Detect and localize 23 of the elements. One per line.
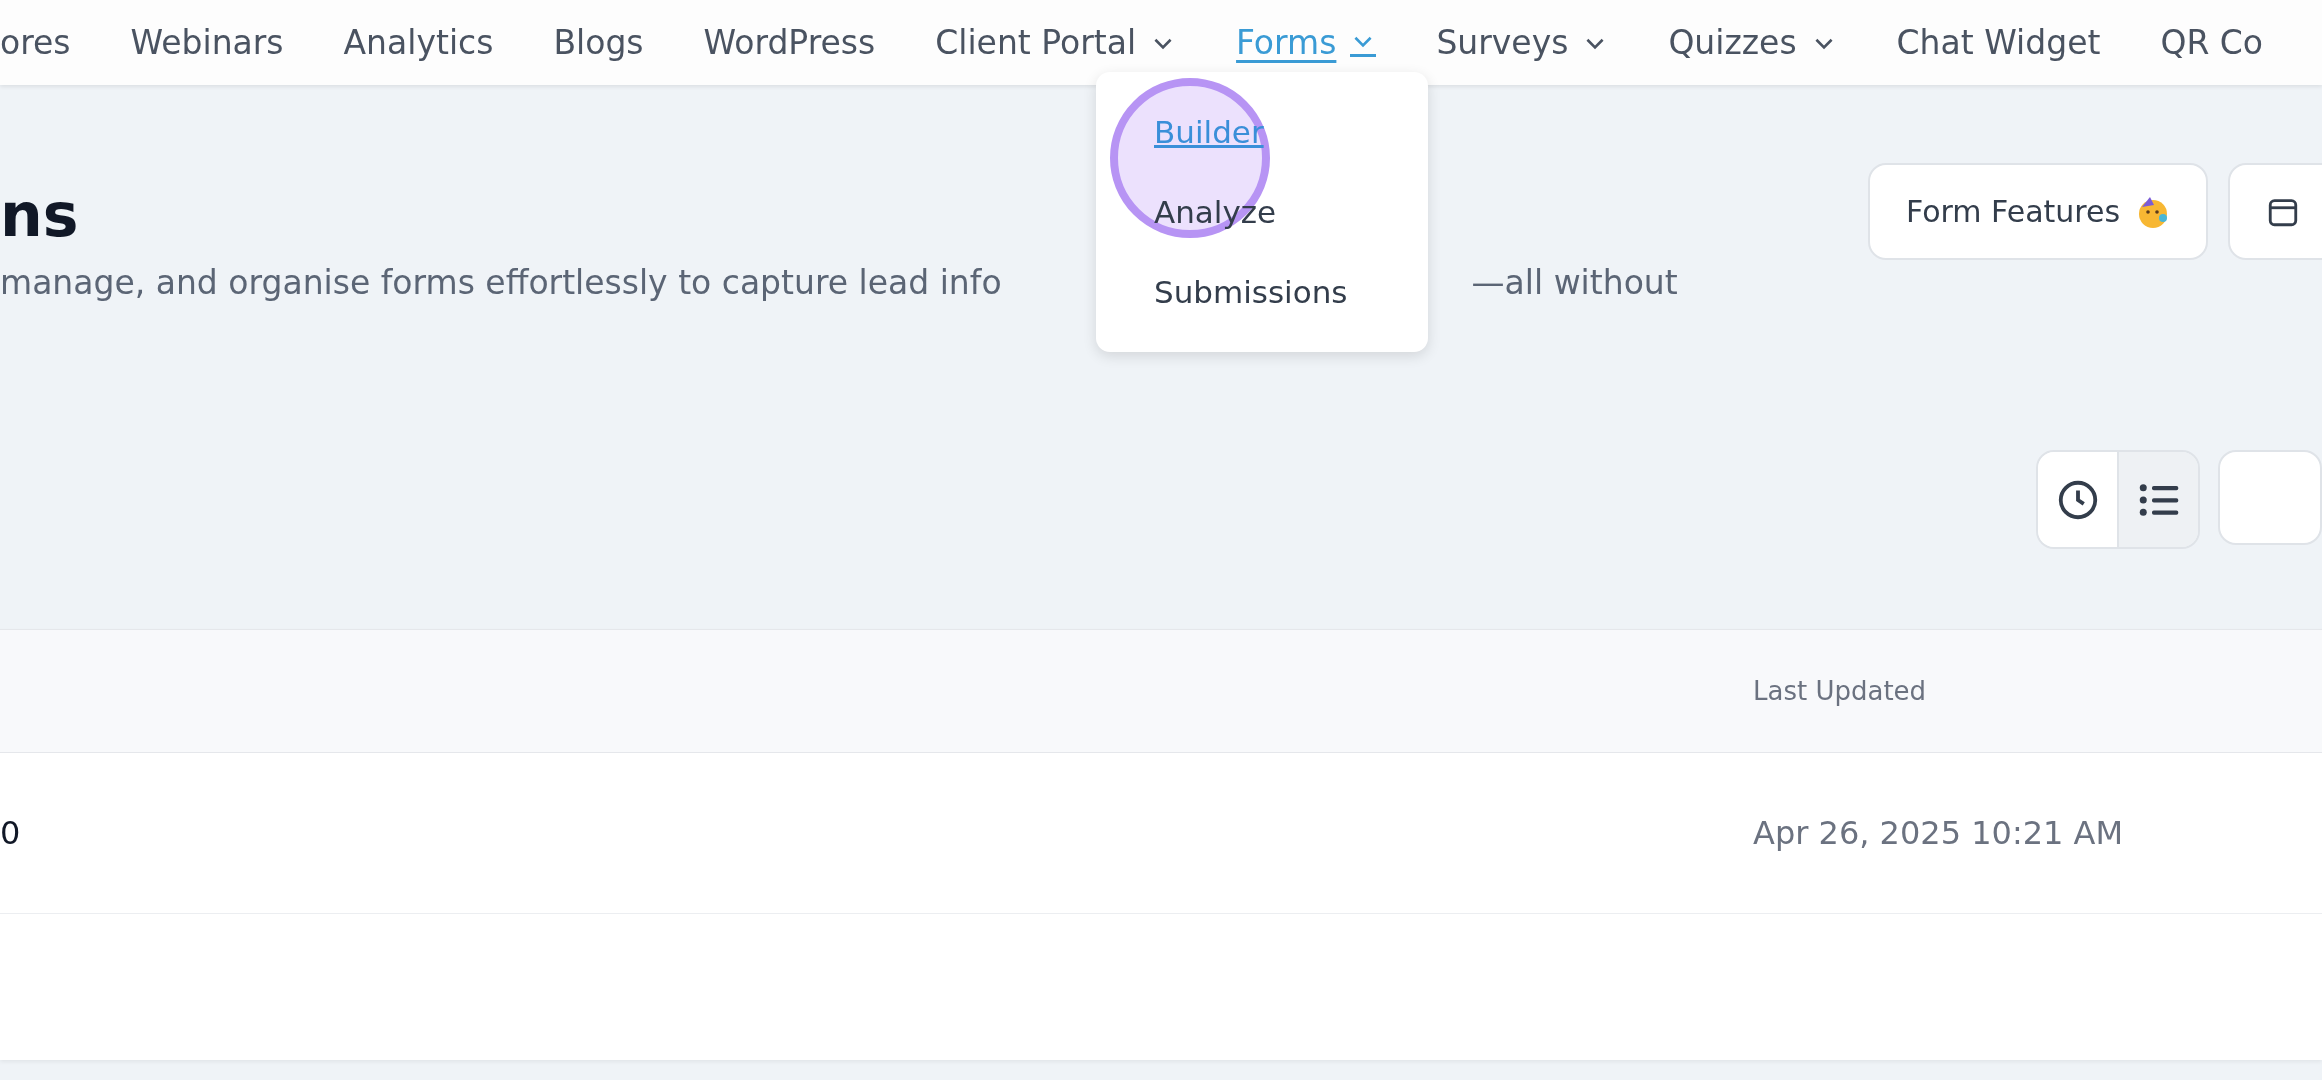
nav-link[interactable]: Surveys bbox=[1436, 23, 1609, 62]
page-title: ns bbox=[0, 185, 79, 245]
nav-link[interactable]: Analytics bbox=[343, 23, 494, 62]
calendar-button[interactable] bbox=[2228, 163, 2322, 260]
form-features-button[interactable]: Form Features bbox=[1868, 163, 2209, 260]
list-view-button[interactable] bbox=[2117, 452, 2198, 547]
table-cell-text: Apr 26, 2025 10:21 AM bbox=[1753, 814, 2125, 852]
page-subtitle: manage, and organise forms effortlessly to capture lead info bbox=[0, 263, 1002, 302]
table-cell: 0 bbox=[0, 814, 21, 852]
nav-link[interactable]: Webinars bbox=[130, 23, 284, 62]
nav-link[interactable]: Client Portal bbox=[935, 23, 1177, 62]
recent-view-button[interactable] bbox=[2038, 452, 2118, 547]
menu-item[interactable]: Submissions bbox=[1096, 252, 1428, 332]
nav-link[interactable]: WordPress bbox=[703, 23, 876, 62]
page-subtitle: —all without bbox=[1471, 263, 1678, 302]
nav-link[interactable]: Quizzes bbox=[1668, 23, 1837, 62]
menu-item[interactable]: Analyze bbox=[1096, 172, 1428, 252]
nav-link[interactable]: QR Co bbox=[2160, 23, 2264, 62]
nav-link[interactable]: Chat Widget bbox=[1896, 23, 2101, 62]
nav-link[interactable]: ores bbox=[0, 23, 71, 62]
column-header: Last Updated bbox=[1753, 676, 1927, 706]
list-icon bbox=[2137, 481, 2180, 518]
nav-link[interactable]: Blogs bbox=[553, 23, 644, 62]
